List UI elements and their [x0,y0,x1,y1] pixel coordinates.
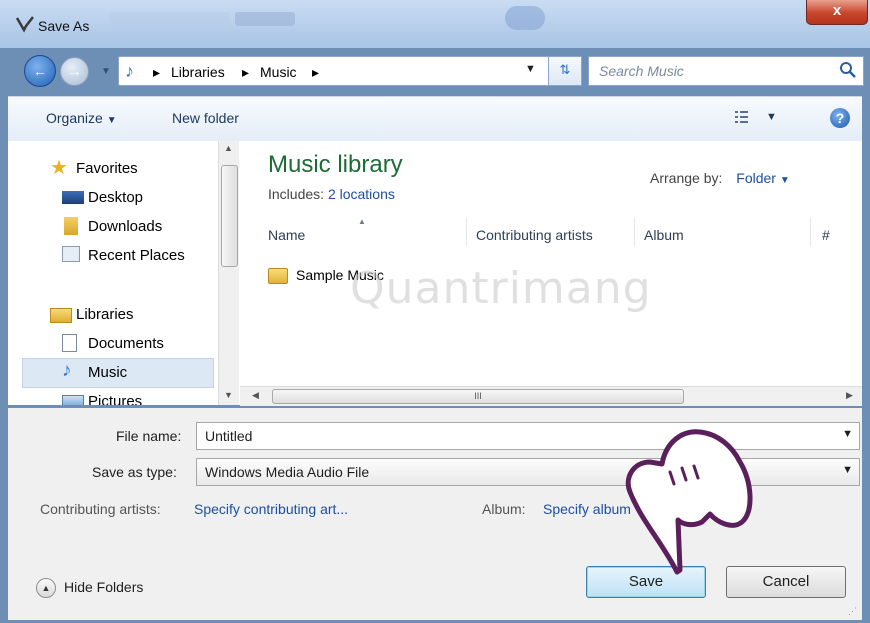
library-title: Music library [268,151,403,178]
breadcrumb-libraries[interactable]: Libraries [171,64,225,80]
organize-label: Organize [46,110,103,126]
nav-label: Libraries [76,306,134,323]
includes-label: Includes: [268,186,325,202]
arrange-value: Folder [736,170,776,186]
column-header-name[interactable]: Name [268,227,305,243]
recent-pages-dropdown-icon[interactable]: ▼ [101,66,111,77]
chevron-down-icon[interactable]: ▼ [842,428,853,440]
blurred-title-fragment [235,12,295,26]
forward-button[interactable]: → [60,57,89,86]
arrange-by: Arrange by: Folder ▼ [650,170,790,186]
file-list-pane: Music library Includes: 2 locations Arra… [240,141,862,406]
column-divider[interactable] [810,217,811,247]
nav-label: Favorites [76,160,138,177]
arrange-label: Arrange by: [650,170,723,186]
artists-label: Contributing artists: [40,501,161,517]
file-name-label: File name: [116,428,182,444]
breadcrumb-separator-icon[interactable]: ▸ [312,64,319,81]
downloads-icon [64,217,78,235]
pointing-hand-icon [625,429,753,575]
folder-icon [268,268,288,285]
help-icon[interactable]: ? [830,108,850,128]
breadcrumb-separator-icon[interactable]: ▸ [153,64,160,81]
hide-folders-icon[interactable]: ▲ [36,578,56,598]
save-as-dialog: Save As x ← → ▼ ♪ ▸ Libraries ▸ Music ▸ … [0,0,870,623]
watermark: Quantrimang [350,263,652,314]
column-header-number[interactable]: # [822,227,830,243]
scroll-thumb[interactable] [221,165,238,267]
desktop-icon [62,191,84,204]
album-label: Album: [482,501,526,517]
window-title: Save As [38,18,90,34]
sort-ascending-icon: ▲ [358,217,366,226]
scroll-thumb[interactable]: III [272,389,684,404]
save-type-value: Windows Media Audio File [205,464,370,480]
main-area: ★ Favorites Desktop Downloads Recent Pla… [8,141,862,406]
organize-menu[interactable]: Organize ▼ [46,110,117,126]
horizontal-scrollbar[interactable]: ◀ III ▶ [240,386,862,406]
music-note-icon: ♪ [125,61,134,81]
nav-scrollbar[interactable]: ▲ ▼ [218,141,239,405]
navigation-pane: ★ Favorites Desktop Downloads Recent Pla… [8,141,218,405]
search-icon[interactable] [839,61,857,79]
view-dropdown-icon[interactable]: ▼ [766,111,777,123]
file-name-value: Untitled [205,428,253,444]
scroll-down-icon[interactable]: ▼ [224,390,233,400]
album-link[interactable]: Specify album [543,501,631,517]
column-divider[interactable] [466,217,467,247]
chevron-down-icon[interactable]: ▼ [842,464,853,476]
blurred-title-fragment [110,12,230,26]
libraries-icon [50,308,72,323]
refresh-button[interactable]: ⇅ [548,56,582,86]
hide-folders-button[interactable]: Hide Folders [64,579,143,595]
nav-label: Recent Places [88,247,185,264]
column-header-artists[interactable]: Contributing artists [476,227,593,243]
save-type-label: Save as type: [92,464,177,480]
scroll-left-icon[interactable]: ◀ [252,390,259,401]
pictures-icon [62,395,84,405]
library-includes: Includes: 2 locations [268,186,395,202]
locations-link[interactable]: 2 locations [328,186,395,202]
address-bar[interactable]: ♪ ▸ Libraries ▸ Music ▸ ▼ [118,56,582,86]
resize-grip-icon[interactable]: ⋰ [848,606,860,618]
thumb-grip: III [474,391,482,401]
nav-label: Music [88,364,128,381]
title-bar: Save As x [0,0,870,48]
address-dropdown-icon[interactable]: ▼ [525,63,536,75]
breadcrumb-separator-icon[interactable]: ▸ [242,64,249,81]
star-icon: ★ [50,157,68,179]
chevron-down-icon: ▼ [106,115,117,126]
recent-places-icon [62,246,80,262]
scroll-right-icon[interactable]: ▶ [846,390,853,401]
arrange-by-dropdown[interactable]: Folder ▼ [736,170,789,186]
nav-label: Documents [88,335,164,352]
nav-label: Desktop [88,189,144,206]
breadcrumb-music[interactable]: Music [260,64,297,80]
command-toolbar: Organize ▼ New folder ▼ ? [8,96,862,142]
nav-label: Pictures [88,393,143,405]
documents-icon [62,334,77,352]
chevron-down-icon: ▼ [779,175,790,186]
search-input[interactable]: Search Music [588,56,864,86]
column-header-album[interactable]: Album [644,227,684,243]
app-icon [15,16,34,33]
blurred-title-fragment [505,6,545,30]
new-folder-button[interactable]: New folder [172,110,239,126]
artists-link[interactable]: Specify contributing art... [194,501,348,517]
nav-label: Downloads [88,218,163,235]
view-options-icon[interactable] [734,109,750,125]
scroll-up-icon[interactable]: ▲ [224,143,233,153]
back-button[interactable]: ← [24,55,56,87]
column-divider[interactable] [634,217,635,247]
music-icon: ♪ [62,360,72,381]
search-placeholder: Search Music [599,63,684,79]
close-button[interactable]: x [806,0,868,25]
